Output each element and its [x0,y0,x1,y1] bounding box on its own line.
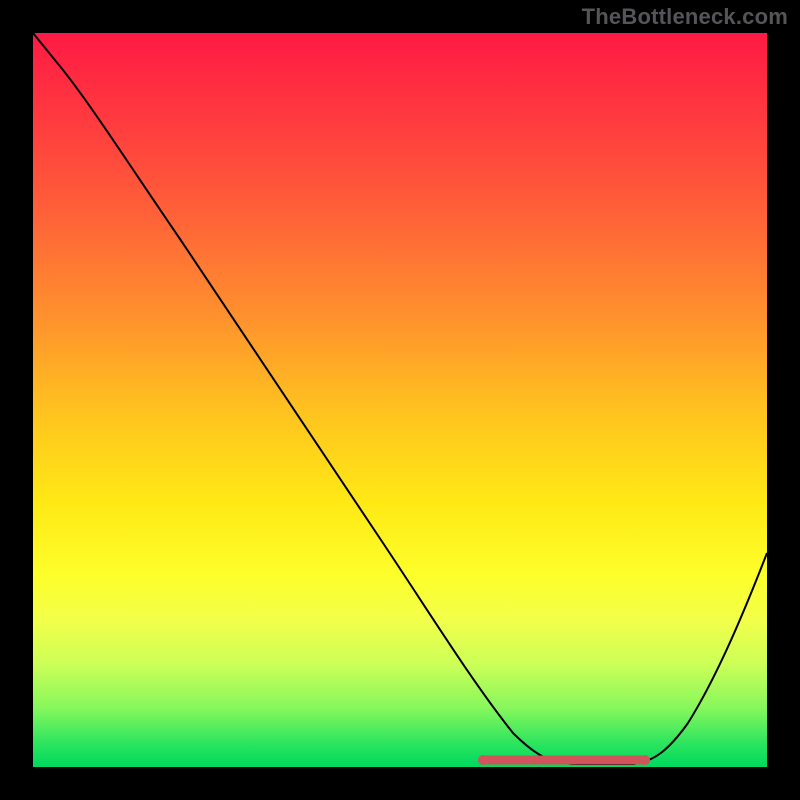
watermark-text: TheBottleneck.com [582,4,788,30]
bottleneck-curve [33,33,767,764]
plot-area [33,33,767,767]
optimal-range-start-dot [478,755,488,765]
curve-svg [33,33,767,767]
optimal-range-end-dot [640,755,650,765]
chart-frame: TheBottleneck.com [0,0,800,800]
